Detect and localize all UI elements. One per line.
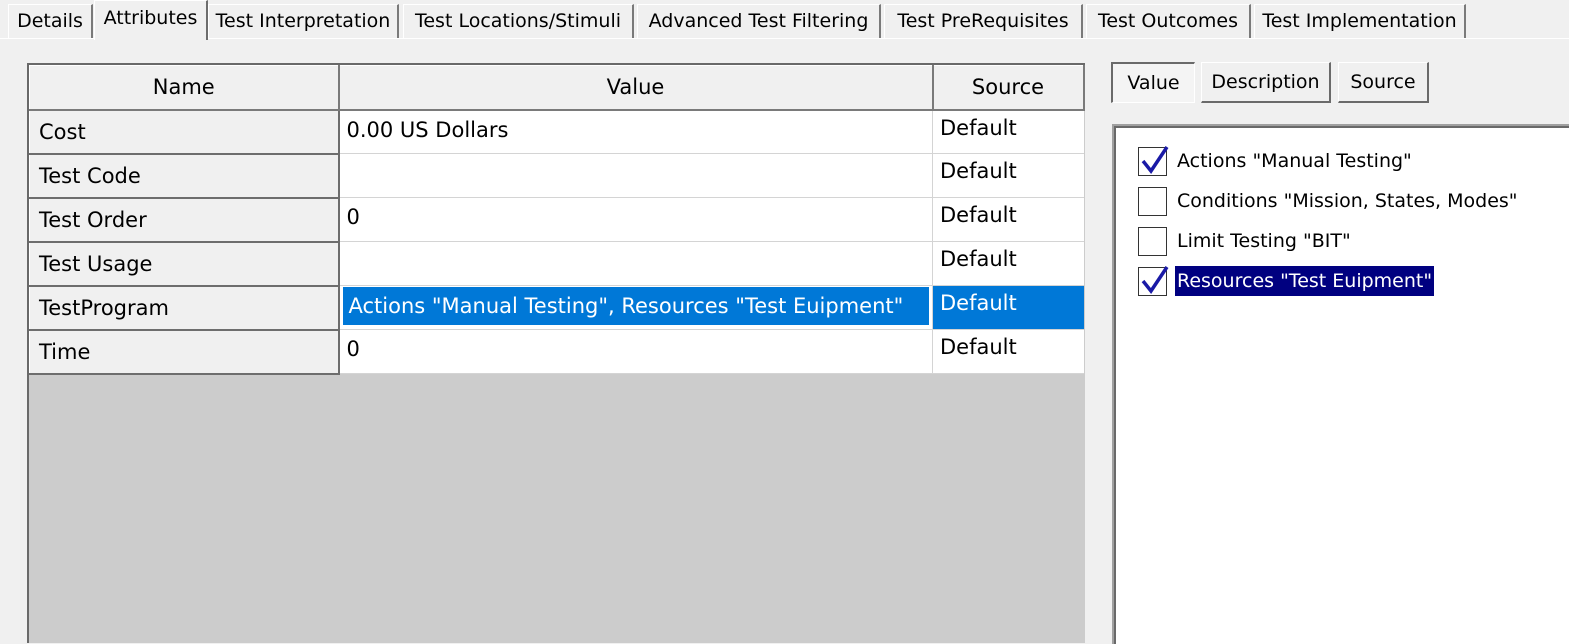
- row-name-cell[interactable]: Test Usage: [29, 241, 340, 287]
- source-button[interactable]: Source: [1338, 62, 1429, 103]
- tab-attributes[interactable]: Attributes: [94, 0, 208, 40]
- tab-strip: Details Attributes Test Interpretation T…: [0, 0, 1569, 40]
- tab-test-prerequisites[interactable]: Test PreRequisites: [884, 4, 1083, 38]
- table-row[interactable]: Test Order 0 Default: [29, 197, 1084, 243]
- row-source-cell[interactable]: Default: [932, 241, 1084, 286]
- row-value-cell[interactable]: 0: [338, 197, 933, 242]
- tab-details[interactable]: Details: [8, 4, 93, 38]
- value-button[interactable]: Value: [1111, 62, 1195, 103]
- table-row[interactable]: Cost 0.00 US Dollars Default: [29, 109, 1084, 155]
- table-row[interactable]: Test Code Default: [29, 153, 1084, 199]
- row-name-cell[interactable]: Test Code: [29, 153, 340, 199]
- row-value-cell[interactable]: 0: [338, 329, 933, 374]
- checklist-item-label: Limit Testing "BIT": [1177, 230, 1351, 252]
- checklist-item-label: Resources "Test Euipment": [1173, 265, 1436, 297]
- row-name-cell[interactable]: TestProgram: [29, 285, 340, 331]
- row-source-cell[interactable]: Default: [932, 285, 1084, 330]
- row-value-cell[interactable]: 0.00 US Dollars: [338, 109, 933, 154]
- row-value-cell[interactable]: Actions "Manual Testing", Resources "Tes…: [338, 285, 933, 330]
- tab-test-outcomes[interactable]: Test Outcomes: [1086, 4, 1251, 38]
- attribute-grid: Name Value Source Cost 0.00 US Dollars D…: [27, 63, 1085, 643]
- tab-strip-divider: [0, 38, 1569, 39]
- row-source-cell[interactable]: Default: [932, 153, 1084, 198]
- row-value-cell[interactable]: [338, 241, 933, 286]
- grid-header-row: Name Value Source: [29, 65, 1085, 111]
- tab-advanced-test-filtering[interactable]: Advanced Test Filtering: [637, 4, 881, 38]
- column-header-value[interactable]: Value: [338, 65, 934, 111]
- value-checklist: Actions "Manual Testing" Conditions "Mis…: [1112, 124, 1569, 644]
- description-button[interactable]: Description: [1201, 62, 1331, 103]
- table-row-selected[interactable]: TestProgram Actions "Manual Testing", Re…: [29, 285, 1084, 331]
- checkbox-checked[interactable]: [1138, 146, 1169, 176]
- row-source-cell[interactable]: Default: [932, 197, 1084, 242]
- checkbox-unchecked[interactable]: [1138, 187, 1167, 216]
- row-source-cell[interactable]: Default: [932, 109, 1084, 154]
- checkmark-icon: [1141, 146, 1169, 174]
- checklist-item-label: Actions "Manual Testing": [1177, 150, 1412, 172]
- attribute-table: Name Value Source Cost 0.00 US Dollars D…: [29, 65, 1085, 375]
- row-source-cell[interactable]: Default: [932, 329, 1084, 374]
- table-row[interactable]: Time 0 Default: [29, 329, 1084, 375]
- row-name-cell[interactable]: Cost: [29, 109, 340, 155]
- column-header-name[interactable]: Name: [29, 65, 340, 111]
- column-header-source[interactable]: Source: [932, 65, 1085, 111]
- tab-test-interpretation[interactable]: Test Interpretation: [208, 4, 399, 38]
- selected-value-text[interactable]: Actions "Manual Testing", Resources "Tes…: [342, 287, 929, 325]
- checkbox-checked[interactable]: [1138, 266, 1169, 296]
- checklist-item-label: Conditions "Mission, States, Modes": [1177, 190, 1518, 212]
- checkbox-unchecked[interactable]: [1138, 227, 1167, 256]
- row-name-cell[interactable]: Time: [29, 329, 340, 375]
- row-name-cell[interactable]: Test Order: [29, 197, 340, 243]
- tab-test-locations-stimuli[interactable]: Test Locations/Stimuli: [403, 4, 634, 38]
- tab-test-implementation[interactable]: Test Implementation: [1254, 4, 1466, 38]
- table-row[interactable]: Test Usage Default: [29, 241, 1084, 287]
- checkmark-icon: [1141, 266, 1169, 294]
- row-value-cell[interactable]: [338, 153, 933, 198]
